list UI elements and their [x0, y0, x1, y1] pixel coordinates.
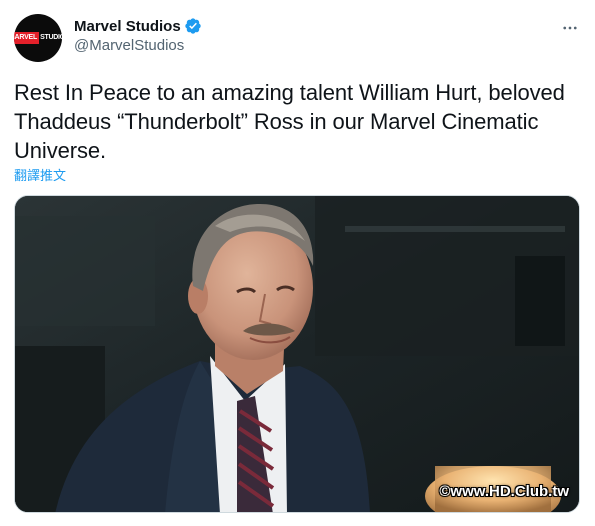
tweet-text: Rest In Peace to an amazing talent Willi… — [14, 80, 565, 163]
name-row: Marvel Studios — [74, 16, 202, 36]
tweet: MARVEL STUDIOS Marvel Studios @MarvelStu… — [0, 0, 595, 526]
translate-tweet-link[interactable]: 翻譯推文 — [14, 165, 66, 184]
verified-badge-icon — [184, 17, 202, 35]
author-info: Marvel Studios @MarvelStudios — [74, 16, 202, 54]
photo-image — [15, 196, 579, 512]
more-options-button[interactable] — [560, 18, 580, 38]
user-handle[interactable]: @MarvelStudios — [74, 37, 202, 54]
avatar[interactable]: MARVEL STUDIOS — [14, 14, 62, 62]
tweet-photo[interactable]: ©www.HD.Club.tw — [14, 195, 580, 513]
more-horizontal-icon — [563, 26, 577, 30]
marvel-studios-logo: MARVEL STUDIOS — [14, 32, 62, 44]
logo-white-part: STUDIOS — [40, 34, 62, 41]
display-name[interactable]: Marvel Studios — [74, 18, 181, 35]
logo-red-part: MARVEL — [14, 32, 40, 44]
photo-watermark: ©www.HD.Club.tw — [439, 483, 569, 500]
